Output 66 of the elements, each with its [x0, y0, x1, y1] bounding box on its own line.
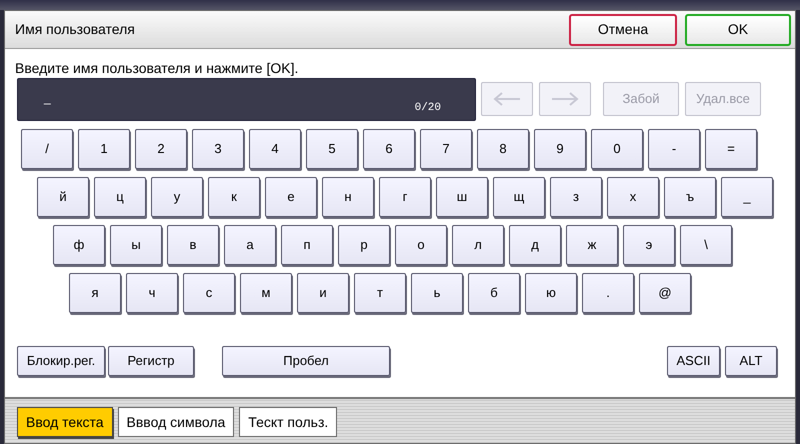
keyboard-key[interactable]: ф	[53, 225, 105, 265]
character-counter: 0/20	[414, 101, 441, 116]
keyboard-key[interactable]: л	[452, 225, 504, 265]
left-arrow-icon	[493, 92, 521, 106]
dialog-title: Имя пользователя	[15, 20, 135, 39]
keyboard-key[interactable]: ALT	[725, 346, 777, 376]
keyboard-key[interactable]: 8	[477, 129, 529, 169]
keyboard-key[interactable]: ц	[94, 177, 146, 217]
keyboard-key[interactable]: _	[721, 177, 773, 217]
keyboard-key[interactable]: д	[509, 225, 561, 265]
keyboard-key[interactable]: 0	[591, 129, 643, 169]
keyboard-key[interactable]: 6	[363, 129, 415, 169]
keyboard-key[interactable]: ч	[126, 273, 178, 313]
keyboard-key[interactable]: Пробел	[222, 346, 390, 376]
keyboard-key[interactable]: 1	[78, 129, 130, 169]
keyboard-key[interactable]: к	[208, 177, 260, 217]
mode-tab[interactable]: Ввод текста	[17, 407, 113, 437]
keyboard-key[interactable]: 5	[306, 129, 358, 169]
keyboard-key[interactable]: е	[265, 177, 317, 217]
keyboard-key[interactable]: н	[322, 177, 374, 217]
keyboard-key[interactable]: Регистр	[108, 346, 194, 376]
keyboard-key[interactable]: б	[468, 273, 520, 313]
input-field[interactable]: _ 0/20	[17, 78, 476, 120]
cancel-button[interactable]: Отмена	[569, 14, 677, 46]
mode-tab[interactable]: Тескт польз.	[239, 407, 338, 437]
mode-tab[interactable]: Вввод символа	[118, 407, 234, 437]
keyboard-key[interactable]: =	[705, 129, 757, 169]
keyboard-key[interactable]: ы	[110, 225, 162, 265]
keyboard-key[interactable]: а	[224, 225, 276, 265]
keyboard-key[interactable]: ш	[436, 177, 488, 217]
keyboard-key[interactable]: .	[582, 273, 634, 313]
keyboard-key[interactable]: 4	[249, 129, 301, 169]
instruction-text: Введите имя пользователя и нажмите [OK].	[15, 60, 298, 76]
keyboard-key[interactable]: э	[623, 225, 675, 265]
keyboard-key[interactable]: з	[550, 177, 602, 217]
keyboard-key[interactable]: м	[240, 273, 292, 313]
keyboard-key[interactable]: в	[167, 225, 219, 265]
keyboard-key[interactable]: х	[607, 177, 659, 217]
keyboard-key[interactable]: с	[183, 273, 235, 313]
keyboard-key[interactable]: 2	[135, 129, 187, 169]
keyboard-key[interactable]: -	[648, 129, 700, 169]
keyboard-key[interactable]: ь	[411, 273, 463, 313]
keyboard-key[interactable]: щ	[493, 177, 545, 217]
keyboard-key[interactable]: ASCII	[667, 346, 720, 376]
text-cursor: _	[44, 90, 51, 106]
keyboard-key[interactable]: @	[639, 273, 691, 313]
right-arrow-icon	[551, 92, 579, 106]
keyboard-key[interactable]: г	[379, 177, 431, 217]
ok-button[interactable]: OK	[685, 14, 791, 46]
keyboard-key[interactable]: я	[69, 273, 121, 313]
keyboard-key[interactable]: ю	[525, 273, 577, 313]
keyboard-key[interactable]: ж	[566, 225, 618, 265]
keyboard-key[interactable]: и	[297, 273, 349, 313]
keyboard-key[interactable]: 9	[534, 129, 586, 169]
keyboard-key[interactable]: Блокир.рег.	[17, 346, 105, 376]
keyboard-key[interactable]: о	[395, 225, 447, 265]
keyboard-key[interactable]: й	[37, 177, 89, 217]
keyboard-key[interactable]: 3	[192, 129, 244, 169]
keyboard-key[interactable]: у	[151, 177, 203, 217]
keyboard-key[interactable]: /	[21, 129, 73, 169]
keyboard-key[interactable]: т	[354, 273, 406, 313]
keyboard-key[interactable]: п	[281, 225, 333, 265]
keyboard-key[interactable]: ъ	[664, 177, 716, 217]
keyboard-key[interactable]: 7	[420, 129, 472, 169]
keyboard-key[interactable]: р	[338, 225, 390, 265]
keyboard-key[interactable]: \	[680, 225, 732, 265]
